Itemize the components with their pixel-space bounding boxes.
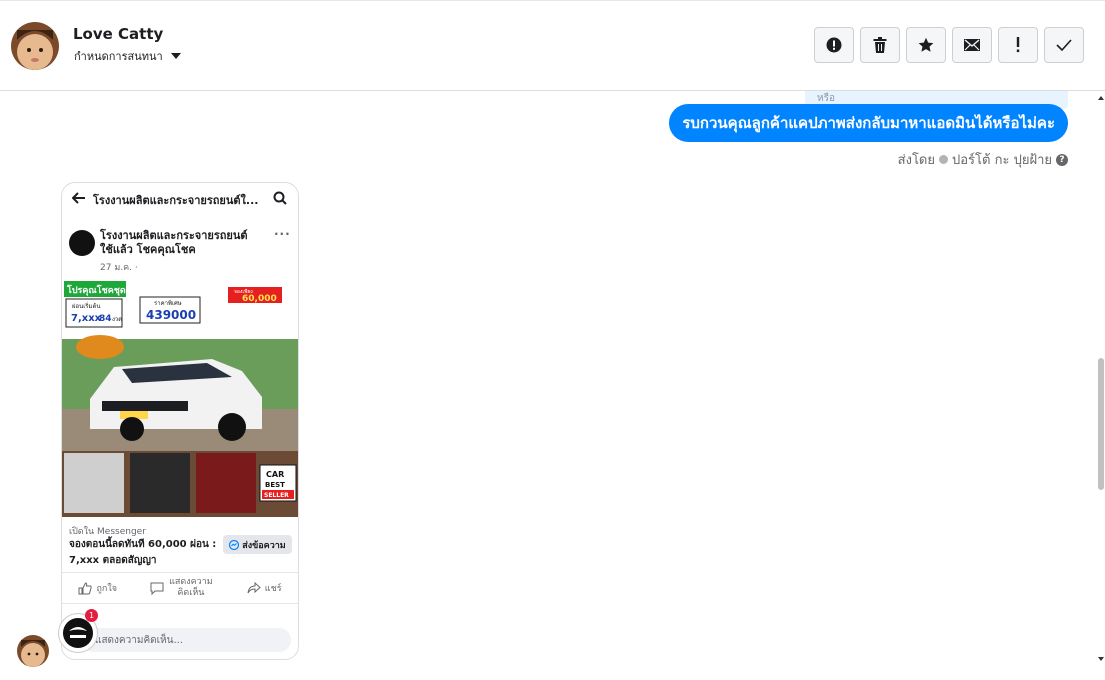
back-arrow-icon bbox=[72, 192, 85, 204]
post-page-name: โรงงานผลิตและกระจายรถยนต์ใช้แล้ว โชคคุณโ… bbox=[100, 229, 248, 256]
exclamation-icon bbox=[1016, 37, 1020, 53]
conversation-header: Love Catty กำหนดการสนทนา bbox=[0, 1, 1105, 91]
comment-input: แสดงความคิดเห็น... bbox=[81, 628, 291, 652]
conversation-toolbar bbox=[814, 27, 1084, 63]
caret-down-icon bbox=[170, 53, 181, 59]
more-options-icon: ··· bbox=[274, 227, 291, 241]
contact-avatar-small[interactable] bbox=[17, 635, 49, 667]
assign-conversation-dropdown[interactable]: กำหนดการสนทนา bbox=[74, 47, 181, 65]
important-button[interactable] bbox=[998, 27, 1038, 63]
contact-name[interactable]: Love Catty bbox=[73, 25, 163, 43]
scroll-up-arrow-icon[interactable] bbox=[1098, 96, 1104, 100]
report-spam-button[interactable] bbox=[814, 27, 854, 63]
assign-label: กำหนดการสนทนา bbox=[74, 50, 163, 63]
ad-price-label: ราคาพิเศษ bbox=[154, 300, 182, 307]
mark-done-button[interactable] bbox=[1044, 27, 1084, 63]
thumbs-up-icon bbox=[78, 581, 93, 594]
ad-price: 439000 bbox=[146, 308, 196, 322]
ad-car-label: CAR bbox=[266, 470, 284, 479]
ad-term-unit: งวด bbox=[112, 316, 122, 323]
screenshot-topbar: โรงงานผลิตและกระจายรถยนต์ใ... bbox=[62, 183, 298, 215]
star-button[interactable] bbox=[906, 27, 946, 63]
like-action: ถูกใจ bbox=[78, 581, 117, 595]
ad-term: 84 bbox=[99, 314, 112, 324]
envelope-icon bbox=[964, 39, 980, 51]
scroll-down-arrow-icon[interactable] bbox=[1098, 657, 1104, 661]
send-message-label: ส่งข้อความ bbox=[242, 540, 286, 551]
post-date: 27 ม.ค. · bbox=[100, 263, 138, 273]
ad-best-label: BEST bbox=[265, 481, 285, 489]
messenger-icon bbox=[229, 539, 240, 550]
reaction-bar: ถูกใจ แสดงความคิดเห็น แชร์ bbox=[62, 572, 298, 604]
comment-icon bbox=[150, 582, 164, 595]
share-icon bbox=[247, 582, 261, 594]
search-icon bbox=[273, 191, 287, 205]
scrollbar-thumb[interactable] bbox=[1098, 358, 1104, 490]
ad-headline: จองตอนนี้ลดทันที 60,000 ผ่อน : 7,xxx ตลอ… bbox=[69, 539, 217, 566]
trash-icon bbox=[873, 37, 887, 53]
shared-screenshot-image[interactable]: โรงงานผลิตและกระจายรถยนต์ใ... โรงงานผลิต… bbox=[61, 182, 299, 660]
ad-installment: 7,xxx bbox=[71, 313, 102, 324]
notification-badge: 1 bbox=[85, 609, 98, 622]
sent-by-info: ส่งโดย ปอร์โต้ กะ ปุยฝ้าย ? bbox=[898, 149, 1068, 170]
page-logo bbox=[69, 230, 95, 256]
ad-down-amount: 60,000 bbox=[242, 294, 277, 304]
screenshot-page-title: โรงงานผลิตและกระจายรถยนต์ใ... bbox=[93, 194, 259, 207]
mark-unread-button[interactable] bbox=[952, 27, 992, 63]
ad-seller-label: SELLER bbox=[264, 492, 289, 499]
sent-by-name: ปอร์โต้ กะ ปุยฝ้าย bbox=[952, 153, 1052, 168]
car-ad-image: โปรคุณโชคชุดนี้ ผ่อนเริ่มต้น 7,xxx 84 งว… bbox=[62, 279, 298, 517]
delete-button[interactable] bbox=[860, 27, 900, 63]
share-label: แชร์ bbox=[264, 584, 282, 594]
contact-avatar[interactable] bbox=[11, 22, 59, 70]
send-message-button: ส่งข้อความ bbox=[223, 535, 292, 554]
outgoing-message-bubble[interactable]: รบกวนคุณลูกค้าแคปภาพส่งกลับมาหาแอดมินได้… bbox=[669, 104, 1068, 142]
comment-label: แสดงความคิดเห็น bbox=[169, 577, 213, 598]
outgoing-message-text: รบกวนคุณลูกค้าแคปภาพส่งกลับมาหาแอดมินได้… bbox=[682, 114, 1055, 132]
user-status-icon bbox=[939, 155, 948, 164]
check-icon bbox=[1056, 39, 1072, 51]
star-icon bbox=[918, 37, 934, 52]
like-label: ถูกใจ bbox=[96, 584, 118, 594]
sent-by-label: ส่งโดย bbox=[897, 153, 935, 168]
alert-circle-icon bbox=[826, 37, 842, 53]
share-action: แชร์ bbox=[247, 581, 282, 595]
ad-monthly-label: ผ่อนเริ่มต้น bbox=[72, 302, 100, 310]
open-in-messenger-label: เปิดใน Messenger bbox=[69, 527, 146, 537]
help-icon[interactable]: ? bbox=[1056, 153, 1068, 166]
comment-action: แสดงความคิดเห็น bbox=[150, 577, 214, 599]
